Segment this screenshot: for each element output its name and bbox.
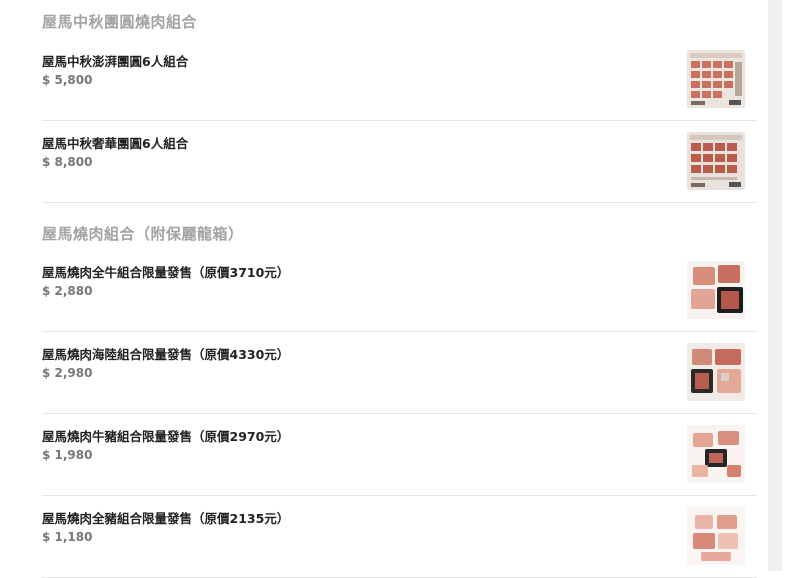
- menu-item[interactable]: 屋馬燒肉全牛組合限量發售（原價3710元） $ 2,880: [42, 250, 757, 332]
- item-name: 屋馬中秋澎湃團圓6人組合: [42, 54, 189, 69]
- item-price: $ 2,880: [42, 284, 93, 298]
- item-name: 屋馬燒肉全牛組合限量發售（原價3710元）: [42, 265, 290, 280]
- bbq-set-poster-image[interactable]: [687, 50, 745, 108]
- meat-tray-photo[interactable]: [687, 261, 745, 319]
- menu-item[interactable]: 屋馬中秋澎湃團圓6人組合 $ 5,800: [42, 39, 757, 121]
- item-price: $ 1,180: [42, 530, 93, 544]
- meat-tray-photo[interactable]: [687, 343, 745, 401]
- section-title-mid-autumn: 屋馬中秋團圓燒肉組合: [42, 13, 198, 31]
- menu-item[interactable]: 屋馬燒肉全豬組合限量發售（原價2135元） $ 1,180: [42, 496, 757, 578]
- page-margin: [782, 0, 800, 571]
- section-title-bbq-sets: 屋馬燒肉組合（附保麗龍箱）: [42, 225, 244, 243]
- item-price: $ 5,800: [42, 73, 93, 87]
- scrollbar-track[interactable]: [768, 0, 782, 571]
- bbq-set-poster-image[interactable]: [687, 132, 745, 190]
- meat-tray-photo[interactable]: [687, 507, 745, 565]
- menu-item[interactable]: 屋馬燒肉海陸組合限量發售（原價4330元） $ 2,980: [42, 332, 757, 414]
- item-name: 屋馬燒肉牛豬組合限量發售（原價2970元）: [42, 429, 290, 444]
- item-name: 屋馬中秋奢華團圓6人組合: [42, 136, 189, 151]
- menu-item[interactable]: 屋馬燒肉牛豬組合限量發售（原價2970元） $ 1,980: [42, 414, 757, 496]
- meat-tray-photo[interactable]: [687, 425, 745, 483]
- item-price: $ 2,980: [42, 366, 93, 380]
- menu-list: 屋馬中秋團圓燒肉組合 屋馬中秋澎湃團圓6人組合 $ 5,800 屋馬中秋奢華團圓…: [0, 0, 768, 578]
- item-price: $ 8,800: [42, 155, 93, 169]
- item-price: $ 1,980: [42, 448, 93, 462]
- menu-item[interactable]: 屋馬中秋奢華團圓6人組合 $ 8,800: [42, 121, 757, 203]
- item-name: 屋馬燒肉全豬組合限量發售（原價2135元）: [42, 511, 290, 526]
- item-name: 屋馬燒肉海陸組合限量發售（原價4330元）: [42, 347, 290, 362]
